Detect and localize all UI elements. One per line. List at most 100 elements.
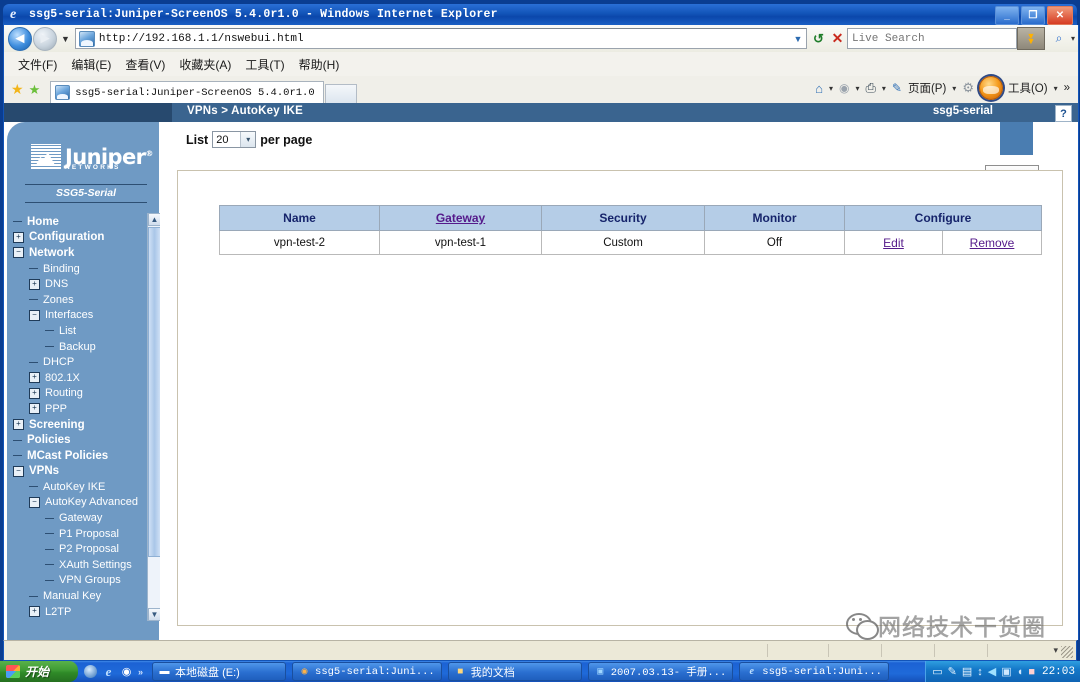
tray-icon-3[interactable]: ↕ — [977, 666, 983, 678]
menu-item-view[interactable]: 查看(V) — [125, 56, 165, 73]
back-button[interactable]: ◀ — [8, 26, 32, 51]
home-icon[interactable]: ⌂ — [813, 79, 825, 98]
sidebar-item-policies[interactable]: Policies — [7, 432, 147, 448]
browser-tab[interactable]: ssg5-serial:Juniper-ScreenOS 5.4.0r1.0 — [50, 81, 324, 103]
collapse-icon[interactable]: − — [13, 247, 24, 259]
address-dropdown-icon[interactable]: ▼ — [790, 34, 806, 44]
history-dropdown-icon[interactable]: ▼ — [61, 34, 70, 44]
sidebar-item-xauth-settings[interactable]: XAuth Settings — [7, 557, 147, 573]
sidebar-item-binding[interactable]: Binding — [7, 261, 147, 277]
restore-button[interactable]: ❐ — [1021, 6, 1045, 25]
menu-item-help[interactable]: 帮助(H) — [299, 56, 340, 73]
sidebar-item-configuration[interactable]: + Configuration — [7, 230, 147, 246]
sidebar-item-home[interactable]: Home — [7, 214, 147, 230]
tray-icon-2[interactable]: ▤ — [962, 665, 972, 678]
sidebar-item-p1-proposal[interactable]: P1 Proposal — [7, 526, 147, 542]
download-arrows-icon[interactable]: ▼ ▼ — [1016, 27, 1045, 50]
print-icon[interactable]: ⎙ — [863, 79, 877, 98]
search-box[interactable] — [846, 28, 1017, 49]
quicklaunch-overflow-icon[interactable]: » — [138, 667, 143, 677]
taskbar-item-2[interactable]: ■ 我的文档 — [447, 662, 582, 681]
sidebar-item-list[interactable]: List — [7, 323, 147, 339]
sidebar-item-gateway[interactable]: Gateway — [7, 510, 147, 526]
expand-icon[interactable]: + — [13, 231, 24, 243]
search-input[interactable] — [847, 31, 994, 46]
ie-quicklaunch-icon[interactable]: e — [102, 664, 115, 679]
expand-icon[interactable]: + — [29, 278, 40, 290]
sidebar-item-dhcp[interactable]: DHCP — [7, 354, 147, 370]
expand-icon[interactable]: + — [29, 606, 40, 618]
sidebar-item-802-1x[interactable]: +802.1X — [7, 370, 147, 386]
expand-icon[interactable]: + — [29, 372, 40, 384]
feeds-caret-icon[interactable]: ▾ — [853, 79, 861, 98]
stop-icon[interactable]: ✕ — [828, 30, 847, 47]
volume-icon[interactable]: ◖ — [1017, 666, 1024, 678]
tray-icon-1[interactable]: ✎ — [948, 665, 957, 678]
search-caret-icon[interactable]: ▾ — [1071, 34, 1075, 43]
sidebar-item-vpn-groups[interactable]: VPN Groups — [7, 573, 147, 589]
sidebar-item-autokey-ike[interactable]: AutoKey IKE — [7, 479, 147, 495]
taskbar-item-1[interactable]: ◉ ssg5-serial:Juni... — [292, 662, 442, 681]
status-zone-caret-icon[interactable]: ▾ — [1053, 645, 1058, 656]
sidebar-item-routing[interactable]: + Routing — [7, 386, 147, 402]
column-gateway-link[interactable]: Gateway — [436, 211, 485, 225]
sidebar-item-backup[interactable]: Backup — [7, 339, 147, 355]
sidebar-item-l2tp[interactable]: + L2TP — [7, 604, 147, 620]
help-icon[interactable]: ? — [1055, 105, 1072, 122]
monitor-icon[interactable]: ■ — [1028, 666, 1035, 678]
sidebar-item-ppp[interactable]: + PPP — [7, 401, 147, 417]
feeds-icon[interactable]: ◉ — [837, 79, 851, 98]
minimize-button[interactable]: _ — [995, 6, 1019, 25]
expand-icon[interactable]: + — [29, 403, 40, 415]
gear-icon[interactable]: ⚙ — [960, 79, 976, 98]
show-desktop-icon[interactable] — [84, 665, 97, 678]
search-icon[interactable]: ⌕ — [1048, 29, 1070, 48]
collapse-icon[interactable]: − — [29, 496, 40, 508]
per-page-select[interactable]: 20 ▾ — [212, 131, 257, 148]
tray-expand-icon[interactable]: ◀ — [988, 665, 996, 678]
sidebar-scrollbar[interactable]: ▲ ▼ — [147, 213, 161, 621]
collapse-icon[interactable]: − — [13, 465, 24, 477]
menu-item-file[interactable]: 文件(F) — [18, 56, 57, 73]
forward-button[interactable]: ▶ — [33, 26, 57, 51]
remove-link[interactable]: Remove — [970, 236, 1015, 250]
edit-link[interactable]: Edit — [883, 236, 904, 250]
sidebar-item-autokey-advanced[interactable]: − AutoKey Advanced — [7, 495, 147, 511]
taskbar-item-4[interactable]: e ssg5-serial:Juni... — [739, 662, 889, 681]
addon-badge-icon[interactable] — [978, 76, 1003, 100]
sidebar-item-p2-proposal[interactable]: P2 Proposal — [7, 541, 147, 557]
taskbar-item-3[interactable]: ▣ 2007.03.13- 手册... — [587, 662, 734, 681]
toolbar-overflow-icon[interactable]: » — [1062, 79, 1072, 98]
tray-icon-0[interactable]: ▭ — [932, 665, 942, 678]
menu-item-favorites[interactable]: 收藏夹(A) — [179, 56, 231, 73]
home-caret-icon[interactable]: ▾ — [827, 79, 835, 98]
page-caret-icon[interactable]: ▾ — [950, 79, 958, 98]
menu-item-tools[interactable]: 工具(T) — [245, 56, 284, 73]
address-bar[interactable]: http://192.168.1.1/nswebui.html ▼ — [74, 28, 807, 49]
refresh-icon[interactable]: ↺ — [809, 31, 828, 47]
add-favorite-icon[interactable]: ★ — [29, 82, 41, 98]
close-button[interactable]: ✕ — [1047, 6, 1073, 25]
network-icon[interactable]: ▣ — [1001, 665, 1011, 678]
menu-item-edit[interactable]: 编辑(E) — [71, 56, 111, 73]
page-menu-label[interactable]: 页面(P) — [906, 79, 948, 98]
taskbar-item-0[interactable]: ▬ 本地磁盘 (E:) — [152, 662, 287, 681]
new-tab-button[interactable] — [324, 84, 357, 103]
media-quicklaunch-icon[interactable]: ◉ — [120, 665, 133, 678]
print-caret-icon[interactable]: ▾ — [880, 79, 888, 98]
sidebar-item-network[interactable]: − Network — [7, 245, 147, 261]
sidebar-item-screening[interactable]: + Screening — [7, 417, 147, 433]
sidebar-item-vpns[interactable]: − VPNs — [7, 464, 147, 480]
sidebar-item-zones[interactable]: Zones — [7, 292, 147, 308]
tools-caret-icon[interactable]: ▾ — [1052, 79, 1060, 98]
collapse-icon[interactable]: − — [29, 309, 40, 321]
favorites-star-icon[interactable]: ★ — [11, 81, 24, 98]
resize-grip[interactable] — [1061, 646, 1073, 658]
tools-menu-label[interactable]: 工具(O) — [1006, 79, 1050, 98]
sidebar-item-dns[interactable]: + DNS — [7, 276, 147, 292]
expand-icon[interactable]: + — [13, 419, 24, 431]
sidebar-item-mcast-policies[interactable]: MCast Policies — [7, 448, 147, 464]
sidebar-item-manual-key[interactable]: Manual Key — [7, 588, 147, 604]
sidebar-item-interfaces[interactable]: − Interfaces — [7, 308, 147, 324]
page-menu-icon[interactable]: ✎ — [890, 79, 904, 98]
